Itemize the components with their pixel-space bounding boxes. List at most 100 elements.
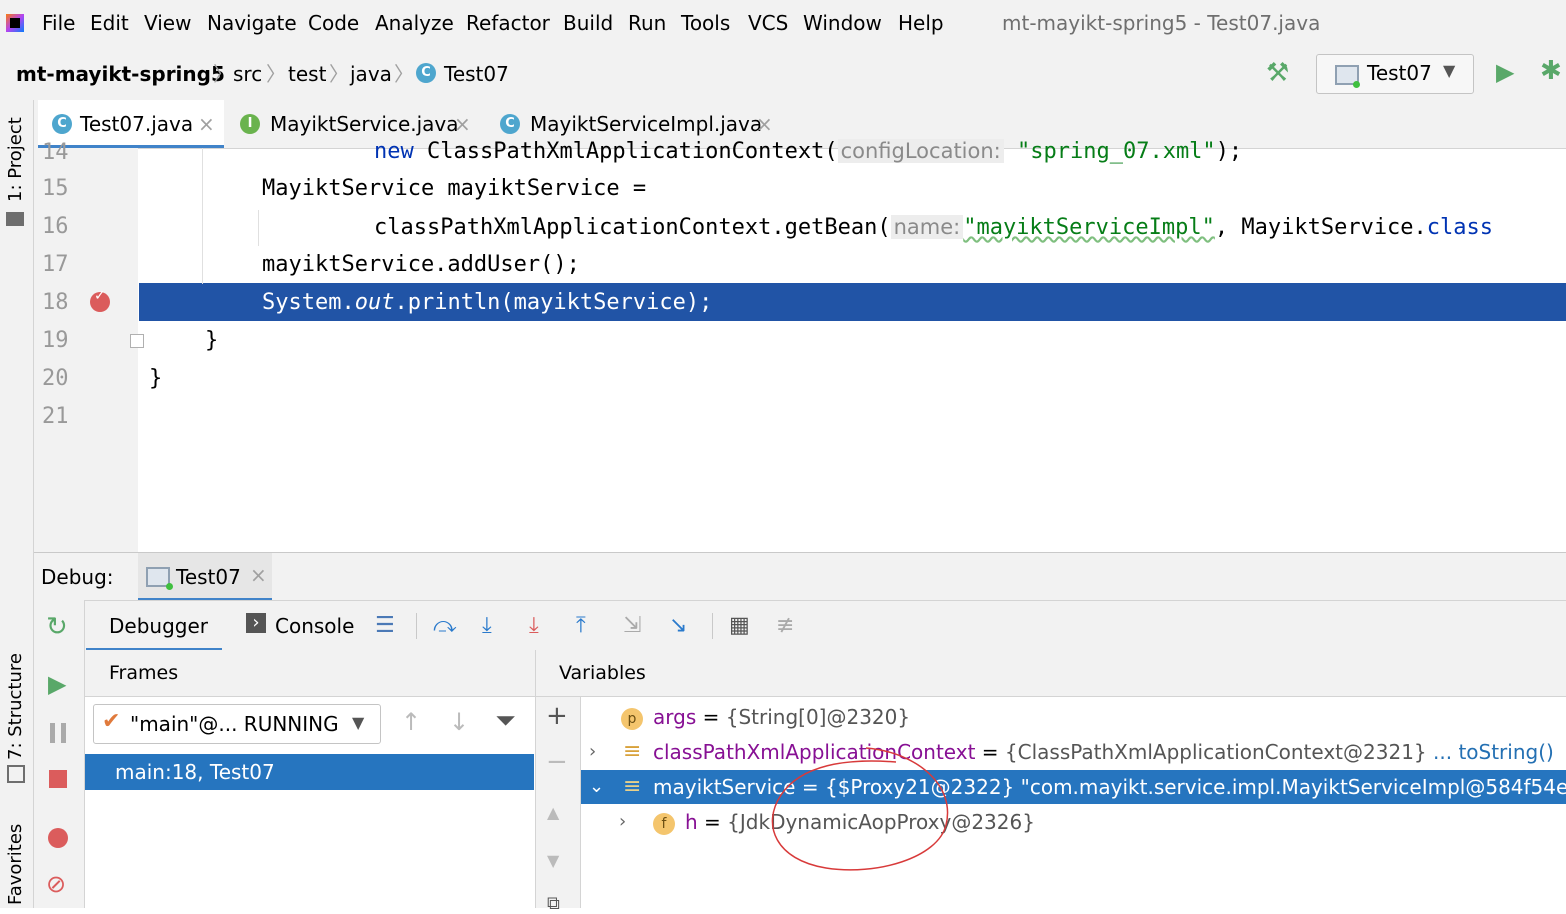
force-step-into-icon[interactable]: ⤓ [529,613,539,639]
mute-breakpoints-icon[interactable]: ⊘ [46,870,66,898]
project-tool-button[interactable]: 1: Project [5,117,26,202]
chevron-right-icon[interactable]: › [619,805,626,839]
running-dot-icon [166,583,173,590]
debug-bug-icon[interactable]: ✱ [1540,56,1562,86]
filter-icon[interactable]: ⏷ [495,706,516,737]
menu-window[interactable]: Window [803,10,882,36]
variable-name: h [685,810,698,834]
run-icon[interactable]: ▶ [1496,58,1514,86]
move-up-icon[interactable]: ▲ [547,803,559,822]
menu-build[interactable]: Build [563,10,613,36]
console-icon: › [246,613,266,633]
build-hammer-icon[interactable]: ⚒ [1266,58,1289,88]
menu-tools[interactable]: Tools [681,10,730,36]
red-annotation-circle [771,747,949,871]
structure-icon [7,765,25,783]
chevron-down-icon[interactable]: ⌄ [589,770,604,804]
variable-row[interactable]: › ≡ classPathXmlApplicationContext = {Cl… [581,735,1566,769]
breadcrumb-java[interactable]: java [350,61,392,87]
variable-row[interactable]: › f h = {JdkDynamicAopProxy@2326} [581,805,1566,839]
code-field: out [354,290,395,315]
menu-refactor[interactable]: Refactor [466,10,550,36]
close-icon[interactable]: × [198,100,215,148]
stop-icon[interactable] [49,770,67,788]
remove-watch-icon[interactable]: − [546,747,568,777]
code-line-19[interactable]: } [205,322,218,360]
menu-code[interactable]: Code [308,10,359,36]
variable-row-selected[interactable]: ⌄ ≡ mayiktService = {$Proxy21@2322} "com… [581,770,1566,804]
toolbar-divider [712,613,713,639]
menu-edit[interactable]: Edit [90,10,129,36]
menu-help[interactable]: Help [898,10,944,36]
add-watch-icon[interactable]: + [546,701,568,731]
variable-value: {String[0]@2320} [725,705,911,729]
line-number: 19 [42,328,69,353]
menu-file[interactable]: File [42,10,75,36]
tab-label: Test07.java [80,112,194,136]
run-config-select[interactable]: Test07 ▼ [1316,54,1474,94]
tab-label: Debugger [109,614,208,638]
code-line-20[interactable]: } [149,360,162,398]
pause-icon[interactable] [50,723,66,743]
to-string-link[interactable]: ... toString() [1433,740,1554,764]
debug-label: Debug: [41,565,114,589]
move-down-icon[interactable]: ▼ [547,851,559,870]
variable-equals: = [975,740,1005,764]
code-text: ClassPathXmlApplicationContext( [413,139,838,164]
run-to-cursor-icon[interactable]: ↘ [669,613,687,639]
breadcrumb-project[interactable]: mt-mayikt-spring5 [16,61,225,87]
show-execution-point-icon[interactable]: ⤼ [433,613,457,639]
structure-tool-button[interactable]: 7: Structure [5,653,26,760]
frame-row-selected[interactable]: main:18, Test07 [85,754,534,790]
previous-frame-icon[interactable]: ↑ [401,708,421,736]
code-text: classPathXmlApplicationContext.getBean( [374,215,891,240]
step-out-icon[interactable]: ⤒ [576,613,586,639]
tab-console[interactable]: › Console [238,601,368,649]
thread-select[interactable]: ✔ "main"@... RUNNING ▼ [93,704,381,744]
rerun-icon[interactable]: ↻ [46,612,68,642]
breadcrumb-class[interactable]: Test07 [444,61,509,87]
variables-panel: Variables + − ▲ ▼ ⧉ p args = {String[0]@… [536,650,1566,914]
debug-session-tab[interactable]: Test07 × [138,553,272,601]
menu-analyze[interactable]: Analyze [375,10,454,36]
code-text: , MayiktService. [1214,215,1427,240]
menu-view[interactable]: View [144,10,191,36]
breadcrumb-test[interactable]: test [288,61,326,87]
breadcrumb-separator: 〉 [394,62,414,86]
step-over-icon[interactable]: ⤓ [482,613,492,639]
code-line-15[interactable]: MayiktService mayiktService = [262,170,646,208]
trace-settings-icon[interactable]: ≢ [776,613,794,639]
fold-marker-icon[interactable] [130,334,144,348]
code-line-16[interactable]: classPathXmlApplicationContext.getBean(n… [374,208,1493,247]
menu-vcs[interactable]: VCS [748,10,788,36]
layout-menu-icon[interactable]: ☰ [375,613,395,639]
copy-icon[interactable]: ⧉ [547,893,560,914]
favorites-tool-button[interactable]: Favorites [5,824,26,905]
code-line-18[interactable]: System.out.println(mayiktService); [262,284,712,322]
view-breakpoints-icon[interactable] [48,828,68,848]
running-dot-icon [1353,81,1360,88]
code-line-17[interactable]: mayiktService.addUser(); [262,246,580,284]
line-number: 17 [42,252,69,277]
chevron-right-icon[interactable]: › [589,735,596,769]
menu-run[interactable]: Run [628,10,666,36]
param-hint: name: [890,215,964,239]
breakpoint-icon[interactable]: ✓ [90,288,110,312]
local-variable-icon: ≡ [623,739,642,764]
variable-row[interactable]: p args = {String[0]@2320} [581,700,1566,734]
evaluate-expression-icon[interactable]: ▦ [729,613,750,639]
resume-icon[interactable]: ▶ [48,670,66,698]
left-tool-strip: 1: Project 7: Structure Favorites [0,100,34,908]
app-logo-icon [6,14,24,32]
code-line-14[interactable]: new ClassPathXmlApplicationContext(confi… [374,132,1242,171]
window-title: mt-mayikt-spring5 - Test07.java [1002,11,1321,35]
breadcrumb-src[interactable]: src [233,61,262,87]
tab-debugger[interactable]: Debugger [86,601,222,651]
thread-label: "main"@... RUNNING [130,712,339,736]
drop-frame-icon[interactable]: ⇲ [623,613,641,639]
next-frame-icon[interactable]: ↓ [449,708,469,736]
editor-gutter: 14 15 16 17 18 19 20 21 ✓ [34,140,144,552]
close-icon[interactable]: × [250,563,267,587]
frame-label: main:18, Test07 [115,760,275,784]
menu-navigate[interactable]: Navigate [207,10,297,36]
